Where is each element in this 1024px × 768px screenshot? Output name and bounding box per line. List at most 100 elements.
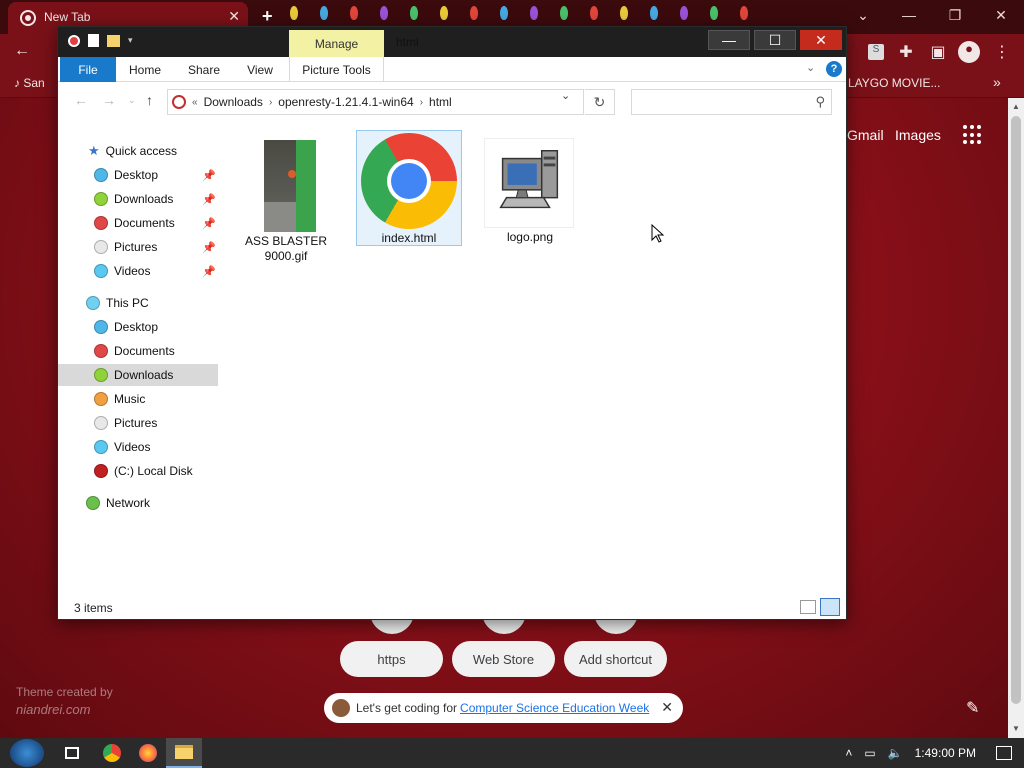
nav-pc-pictures[interactable]: Pictures	[58, 412, 218, 434]
chevron-right-icon[interactable]: ›	[269, 97, 272, 108]
close-promo-icon[interactable]: ✕	[661, 699, 673, 716]
task-view-icon[interactable]	[54, 738, 90, 768]
explorer-title-bar[interactable]: ▾ Manage html — ☐ ✕	[58, 27, 846, 57]
taskbar-firefox-icon[interactable]	[130, 738, 166, 768]
start-button[interactable]	[10, 739, 44, 767]
tab-picture-tools[interactable]: Picture Tools	[289, 57, 384, 82]
tab-home[interactable]: Home	[124, 57, 166, 82]
chrome-close-icon[interactable]: ✕	[978, 0, 1024, 30]
bookmark-item[interactable]: ♪ San	[14, 76, 45, 90]
properties-icon[interactable]	[88, 34, 99, 47]
shortcut-https[interactable]: https	[340, 641, 443, 677]
nav-this-pc[interactable]: This PC	[58, 292, 218, 314]
back-icon[interactable]: ←	[74, 92, 88, 108]
new-folder-icon[interactable]	[107, 34, 120, 47]
nav-network[interactable]: Network	[58, 492, 218, 514]
nav-quick-desktop[interactable]: Desktop 📌	[58, 164, 218, 186]
search-box[interactable]: ⚲	[631, 89, 832, 115]
breadcrumb-downloads[interactable]: Downloads	[204, 95, 263, 109]
pin-icon[interactable]: 📌	[202, 241, 216, 254]
nav-pc-documents[interactable]: Documents	[58, 340, 218, 362]
address-bar[interactable]: « Downloads › openresty-1.21.4.1-win64 ›…	[167, 89, 584, 115]
volume-icon[interactable]: 🔈	[888, 746, 903, 760]
pin-icon[interactable]: 📌	[202, 169, 216, 182]
tab-share[interactable]: Share	[182, 57, 226, 82]
breadcrumb-openresty[interactable]: openresty-1.21.4.1-win64	[278, 95, 413, 109]
show-hidden-icons-icon[interactable]: ˄	[845, 746, 852, 760]
maximize-icon[interactable]: ☐	[754, 30, 796, 50]
images-link[interactable]: Images	[895, 127, 941, 143]
network-status-icon[interactable]: ▭	[864, 746, 875, 760]
pin-icon[interactable]: 📌	[202, 265, 216, 278]
up-folder-icon[interactable]: ↑	[146, 92, 153, 108]
nav-quick-pictures[interactable]: Pictures 📌	[58, 236, 218, 258]
chrome-restore-icon[interactable]: ❐	[932, 0, 978, 30]
pictures-icon	[94, 416, 108, 430]
pin-icon[interactable]: 📌	[202, 193, 216, 206]
tab-file[interactable]: File	[60, 57, 116, 82]
pin-icon[interactable]: 📌	[202, 217, 216, 230]
tab-view[interactable]: View	[240, 57, 280, 82]
promo-link[interactable]: Computer Science Education Week	[460, 701, 649, 715]
back-arrow-icon[interactable]: ←	[12, 42, 32, 62]
nav-pc-videos[interactable]: Videos	[58, 436, 218, 458]
ribbon-tabs: File Home Share View Picture Tools ⌄ ?	[58, 57, 846, 82]
details-view-icon[interactable]	[800, 600, 816, 614]
promo-banner[interactable]: Let's get coding for Computer Science Ed…	[324, 693, 683, 723]
scroll-up-icon[interactable]: ▲	[1012, 102, 1020, 111]
nav-pc-downloads[interactable]: Downloads	[58, 364, 218, 386]
chevron-right-icon[interactable]: ›	[420, 97, 423, 108]
profile-extension-icon[interactable]: S	[868, 44, 884, 60]
nav-pc-music[interactable]: Music	[58, 388, 218, 410]
clock[interactable]: 1:49:00 PM	[915, 746, 976, 760]
breadcrumb-html[interactable]: html	[429, 95, 452, 109]
taskbar-file-explorer-icon[interactable]	[166, 738, 202, 768]
new-tab-icon[interactable]: +	[262, 6, 273, 27]
theme-credit-site[interactable]: niandrei.com	[16, 701, 113, 718]
large-icons-view-icon[interactable]	[820, 598, 840, 616]
nav-quick-access[interactable]: ★ Quick access	[58, 140, 218, 162]
chrome-minimize-icon[interactable]: —	[886, 0, 932, 30]
close-icon[interactable]: ✕	[800, 30, 842, 50]
forward-icon[interactable]: →	[102, 92, 116, 108]
file-item-gif[interactable]: ASS BLASTER 9000.gif	[234, 130, 340, 263]
theme-credit[interactable]: Theme created by niandrei.com	[16, 684, 113, 718]
nav-quick-downloads[interactable]: Downloads 📌	[58, 188, 218, 210]
refresh-icon[interactable]: ↻	[585, 89, 615, 115]
customize-qat-icon[interactable]: ▾	[128, 35, 133, 46]
minimize-icon[interactable]: —	[708, 30, 750, 50]
help-icon[interactable]: ?	[826, 61, 842, 77]
nav-quick-documents[interactable]: Documents 📌	[58, 212, 218, 234]
chrome-menu-icon[interactable]: ⋮	[992, 42, 1012, 62]
close-tab-icon[interactable]: ✕	[228, 8, 240, 25]
shortcut-web-store[interactable]: Web Store	[452, 641, 555, 677]
breadcrumb-overflow[interactable]: «	[192, 97, 198, 108]
scrollbar-thumb[interactable]	[1011, 116, 1021, 704]
notifications-icon[interactable]	[996, 746, 1012, 760]
page-scrollbar[interactable]: ▲ ▼	[1008, 98, 1024, 738]
nav-quick-videos[interactable]: Videos 📌	[58, 260, 218, 282]
gmail-link[interactable]: Gmail	[847, 127, 884, 143]
google-apps-icon[interactable]	[963, 125, 983, 145]
scroll-down-icon[interactable]: ▼	[1012, 724, 1020, 733]
bookmark-item[interactable]: LAYGO MOVIE...	[848, 76, 940, 90]
location-icon	[172, 95, 186, 109]
nav-pc-local-disk[interactable]: (C:) Local Disk	[58, 460, 218, 482]
shortcut-add-shortcut[interactable]: Add shortcut	[564, 641, 667, 677]
more-bookmarks-icon[interactable]: »	[993, 74, 1001, 90]
nav-pc-desktop[interactable]: Desktop	[58, 316, 218, 338]
manage-contextual-tab[interactable]: Manage	[289, 30, 384, 57]
search-input[interactable]	[632, 90, 802, 114]
recent-locations-icon[interactable]: ⌄	[128, 95, 136, 106]
search-icon[interactable]: ⚲	[815, 94, 825, 110]
taskbar-chrome-icon[interactable]	[94, 738, 130, 768]
customize-pencil-icon[interactable]: ✎	[966, 698, 979, 718]
explorer-app-icon[interactable]	[68, 34, 80, 47]
expand-ribbon-icon[interactable]: ⌄	[806, 61, 815, 74]
extensions-puzzle-icon[interactable]: ✚	[896, 42, 916, 62]
profile-avatar-icon[interactable]: ●	[958, 41, 980, 63]
side-panel-icon[interactable]: ▣	[928, 42, 948, 62]
file-item-png[interactable]: logo.png	[478, 130, 584, 246]
address-dropdown-icon[interactable]: ⌄	[561, 89, 570, 102]
file-item-html[interactable]: index.html	[356, 130, 462, 246]
